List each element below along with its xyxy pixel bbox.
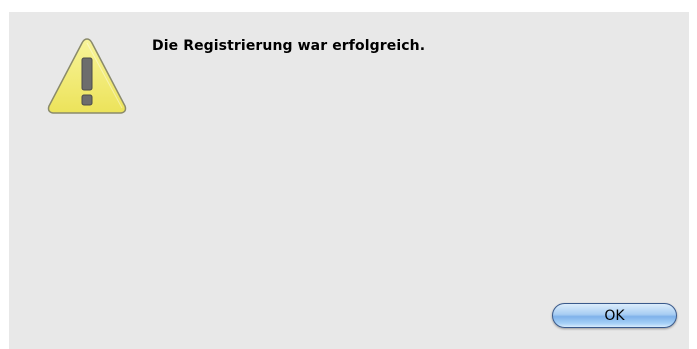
dialog-message: Die Registrierung war erfolgreich.	[152, 38, 426, 54]
alert-dialog: Die Registrierung war erfolgreich. OK	[9, 12, 689, 349]
warning-triangle-icon	[46, 36, 128, 116]
ok-button[interactable]: OK	[552, 303, 677, 328]
ok-button-label: OK	[604, 307, 625, 324]
